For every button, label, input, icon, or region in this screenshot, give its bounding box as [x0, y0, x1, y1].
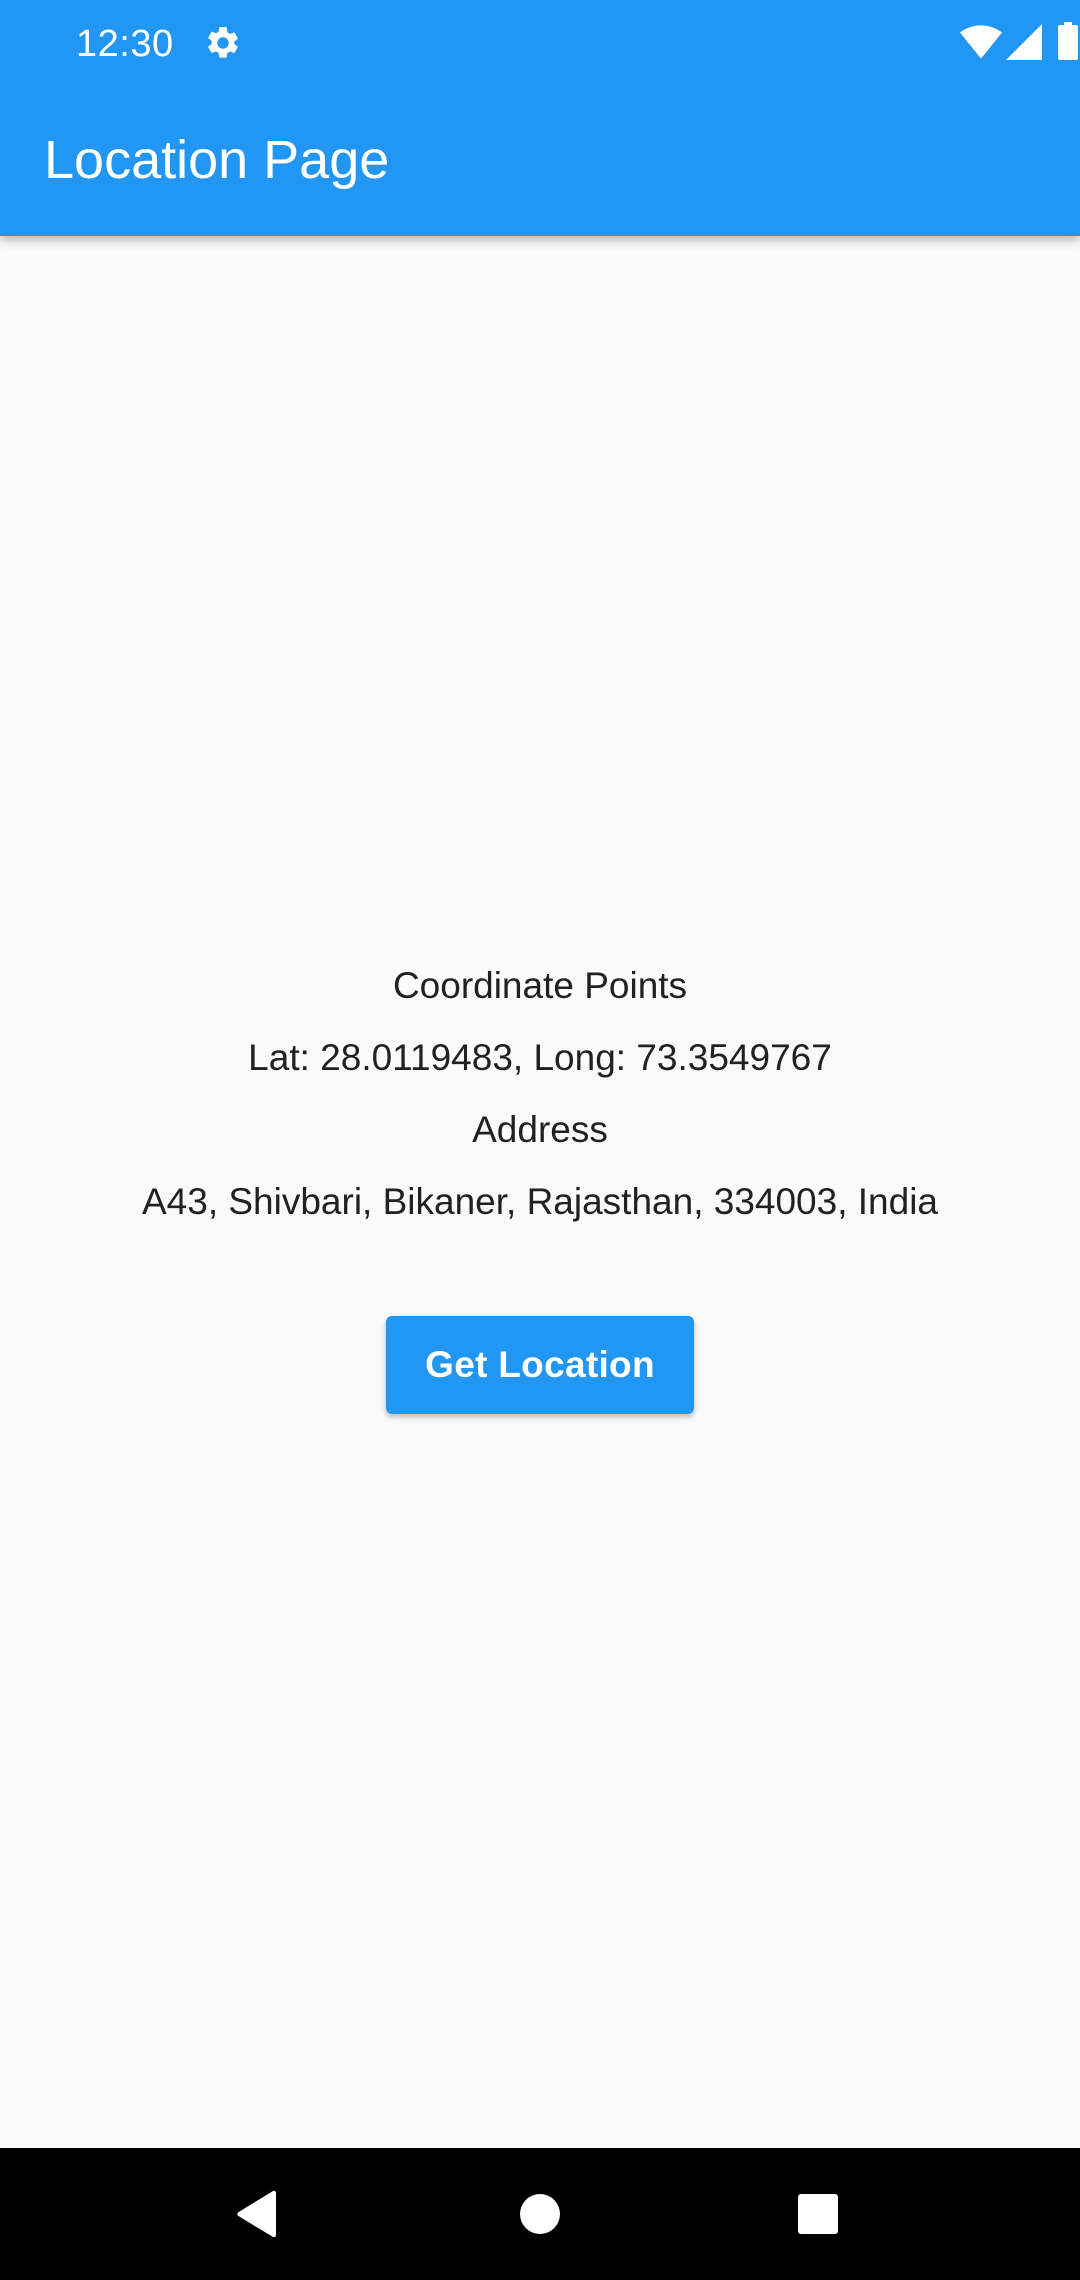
app-bar: Location Page — [0, 88, 1080, 236]
address-heading: Address — [472, 1109, 608, 1150]
status-time: 12:30 — [76, 23, 174, 65]
top-header: 12:30 Location Page — [0, 0, 1080, 236]
wifi-icon — [960, 25, 1002, 59]
location-info: Coordinate Points Lat: 28.0119483, Long:… — [0, 950, 1080, 1238]
main-content: Coordinate Points Lat: 28.0119483, Long:… — [0, 236, 1080, 2148]
navigation-bar — [0, 2148, 1080, 2280]
page-title: Location Page — [44, 130, 390, 190]
recents-icon[interactable] — [798, 2194, 838, 2234]
battery-icon — [1058, 22, 1078, 60]
cellular-signal-icon — [1006, 24, 1042, 60]
get-location-button[interactable]: Get Location — [386, 1316, 694, 1414]
home-icon[interactable] — [520, 2194, 560, 2234]
app-screen: 12:30 Location Page Coordinate Points La… — [0, 0, 1080, 2280]
status-icons — [880, 20, 1080, 66]
address-text: A43, Shivbari, Bikaner, Rajasthan, 33400… — [141, 1181, 939, 1222]
back-icon[interactable] — [236, 2190, 280, 2238]
gear-icon — [208, 27, 238, 58]
status-bar: 12:30 — [0, 0, 1080, 88]
coordinates-text: Lat: 28.0119483, Long: 73.3549767 — [248, 1037, 832, 1078]
coordinate-heading: Coordinate Points — [392, 965, 688, 1006]
